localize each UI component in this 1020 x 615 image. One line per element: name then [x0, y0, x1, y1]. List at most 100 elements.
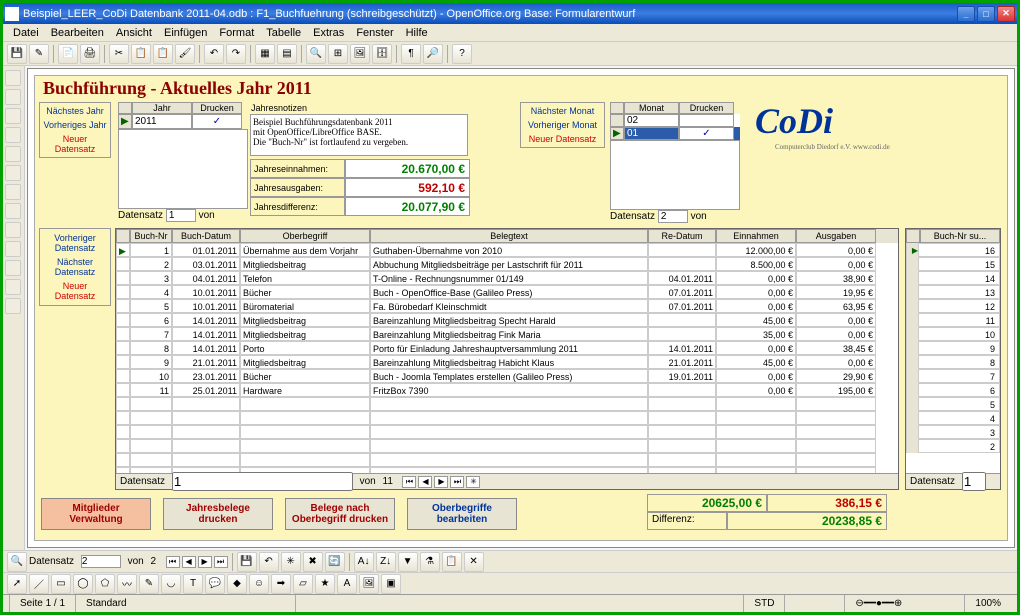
datasources-icon[interactable]: 🗄 — [372, 44, 392, 64]
table-row[interactable]: 921.01.2011MitgliedsbeitragBareinzahlung… — [116, 355, 898, 369]
year-print-check[interactable]: ✓ — [192, 114, 242, 129]
stars-icon[interactable]: ★ — [315, 574, 335, 594]
prev-month-link[interactable]: Vorheriger Monat — [527, 119, 598, 131]
last-record-icon[interactable]: ⏭ — [450, 476, 464, 488]
label-control-icon[interactable] — [5, 241, 21, 257]
refresh-icon[interactable]: 🔄 — [325, 552, 345, 572]
list-item[interactable]: ▶16 — [906, 243, 1000, 257]
checkbox-control-icon[interactable] — [5, 108, 21, 124]
chars-icon[interactable]: ¶ — [401, 44, 421, 64]
list-item[interactable]: 12 — [906, 299, 1000, 313]
sort-desc-icon[interactable]: Z↓ — [376, 552, 396, 572]
print-icon[interactable]: 🖨 — [80, 44, 100, 64]
ellipse-icon[interactable]: ◯ — [73, 574, 93, 594]
next-month-link[interactable]: Nächster Monat — [530, 105, 596, 117]
fontwork-icon[interactable]: A — [337, 574, 357, 594]
table-row[interactable]: 510.01.2011BüromaterialFa. Bürobedarf Kl… — [116, 299, 898, 313]
nav-prev-icon[interactable]: ◀ — [182, 556, 196, 568]
table-row[interactable]: ▶101.01.2011Übernahme aus dem VorjahrGut… — [116, 243, 898, 257]
notes-textarea[interactable]: Beispiel Buchführungsdatenbank 2011 mit … — [250, 114, 468, 156]
table-row[interactable]: 304.01.2011TelefonT-Online - Rechnungsnu… — [116, 271, 898, 285]
text-icon[interactable]: T — [183, 574, 203, 594]
grid-icon[interactable]: ▤ — [277, 44, 297, 64]
year-value[interactable]: 2011 — [132, 114, 192, 129]
list-item[interactable]: 11 — [906, 313, 1000, 327]
help-icon[interactable]: ? — [452, 44, 472, 64]
list-item[interactable]: 3 — [906, 425, 1000, 439]
prev-record-link[interactable]: Vorheriger Datensatz — [42, 233, 108, 253]
prev-record-icon[interactable]: ◀ — [418, 476, 432, 488]
navigator-icon[interactable]: ⊞ — [328, 44, 348, 64]
nav-next-icon[interactable]: ▶ — [198, 556, 212, 568]
table-row[interactable]: 1125.01.2011HardwareFritzBox 73900,00 €1… — [116, 383, 898, 397]
format-paint-icon[interactable]: 🖌 — [175, 44, 195, 64]
polygon-icon[interactable]: ⬠ — [95, 574, 115, 594]
table-icon[interactable]: ▦ — [255, 44, 275, 64]
delete-rec-icon[interactable]: ✖ — [303, 552, 323, 572]
freeline-icon[interactable]: ✎ — [139, 574, 159, 594]
paste-icon[interactable]: 📋 — [153, 44, 173, 64]
status-mode[interactable]: STD — [743, 595, 784, 612]
formnav-input[interactable] — [81, 555, 121, 568]
table-record-input[interactable] — [172, 472, 353, 491]
menu-file[interactable]: Datei — [7, 27, 45, 39]
menu-format[interactable]: Format — [213, 27, 260, 39]
new-record-link[interactable]: Neuer Datensatz — [42, 281, 108, 301]
list-item[interactable]: 6 — [906, 383, 1000, 397]
applyfilter-icon[interactable]: ⚗ — [420, 552, 440, 572]
designmode-icon[interactable] — [5, 89, 21, 105]
flowchart-icon[interactable]: ▱ — [293, 574, 313, 594]
table-row[interactable]: 814.01.2011PortoPorto für Einladung Jahr… — [116, 341, 898, 355]
combobox-control-icon[interactable] — [5, 222, 21, 238]
formattedfield-control-icon[interactable] — [5, 146, 21, 162]
listbox-control-icon[interactable] — [5, 203, 21, 219]
undo-record-icon[interactable]: ↶ — [259, 552, 279, 572]
table-row[interactable]: 714.01.2011MitgliedsbeitragBareinzahlung… — [116, 327, 898, 341]
binoculars-icon[interactable]: 🔍 — [306, 44, 326, 64]
new-year-link[interactable]: Neuer Datensatz — [42, 133, 108, 155]
save-record-icon[interactable]: 💾 — [237, 552, 257, 572]
first-record-icon[interactable]: ⏮ — [402, 476, 416, 488]
nav-first-icon[interactable]: ⏮ — [166, 556, 180, 568]
export-pdf-icon[interactable]: 📄 — [58, 44, 78, 64]
zoom-icon[interactable]: 🔎 — [423, 44, 443, 64]
list-item[interactable]: 14 — [906, 271, 1000, 285]
month-record-input[interactable] — [658, 210, 688, 223]
wizards-icon[interactable] — [5, 298, 21, 314]
autofilter-icon[interactable]: ▼ — [398, 552, 418, 572]
menu-insert[interactable]: Einfügen — [158, 27, 213, 39]
find-record-icon[interactable]: 🔍 — [7, 552, 27, 572]
select-draw-icon[interactable]: ➚ — [7, 574, 27, 594]
optionbutton-control-icon[interactable] — [5, 184, 21, 200]
arc-icon[interactable]: ◡ — [161, 574, 181, 594]
list-item[interactable]: 7 — [906, 369, 1000, 383]
maximize-button[interactable]: □ — [977, 6, 995, 22]
menu-edit[interactable]: Bearbeiten — [45, 27, 110, 39]
nav-last-icon[interactable]: ⏭ — [214, 556, 228, 568]
edit-categories-button[interactable]: Oberbegriffe bearbeiten — [407, 498, 517, 530]
more-controls-icon[interactable] — [5, 260, 21, 276]
button-control-icon[interactable] — [5, 165, 21, 181]
menu-help[interactable]: Hilfe — [400, 27, 434, 39]
line-icon[interactable]: ／ — [29, 574, 49, 594]
design-icon[interactable] — [5, 279, 21, 295]
status-zoom[interactable]: 100% — [964, 595, 1011, 612]
select-icon[interactable] — [5, 70, 21, 86]
save-icon[interactable]: 💾 — [7, 44, 27, 64]
edit-icon[interactable]: ✎ — [29, 44, 49, 64]
sort-asc-icon[interactable]: A↓ — [354, 552, 374, 572]
new-month-link[interactable]: Neuer Datensatz — [528, 133, 598, 145]
removefilter-icon[interactable]: ✕ — [464, 552, 484, 572]
textfield-control-icon[interactable] — [5, 127, 21, 143]
list-item[interactable]: 15 — [906, 257, 1000, 271]
list-item[interactable]: 5 — [906, 397, 1000, 411]
extrusion-icon[interactable]: ▣ — [381, 574, 401, 594]
list-item[interactable]: 10 — [906, 327, 1000, 341]
zoom-slider[interactable]: ⊖━━●━━⊕ — [844, 595, 964, 612]
redo-icon[interactable]: ↷ — [226, 44, 246, 64]
table-row[interactable]: 410.01.2011BücherBuch - OpenOffice-Base … — [116, 285, 898, 299]
menu-tools[interactable]: Extras — [307, 27, 350, 39]
next-record-icon[interactable]: ▶ — [434, 476, 448, 488]
menu-window[interactable]: Fenster — [350, 27, 399, 39]
undo-icon[interactable]: ↶ — [204, 44, 224, 64]
